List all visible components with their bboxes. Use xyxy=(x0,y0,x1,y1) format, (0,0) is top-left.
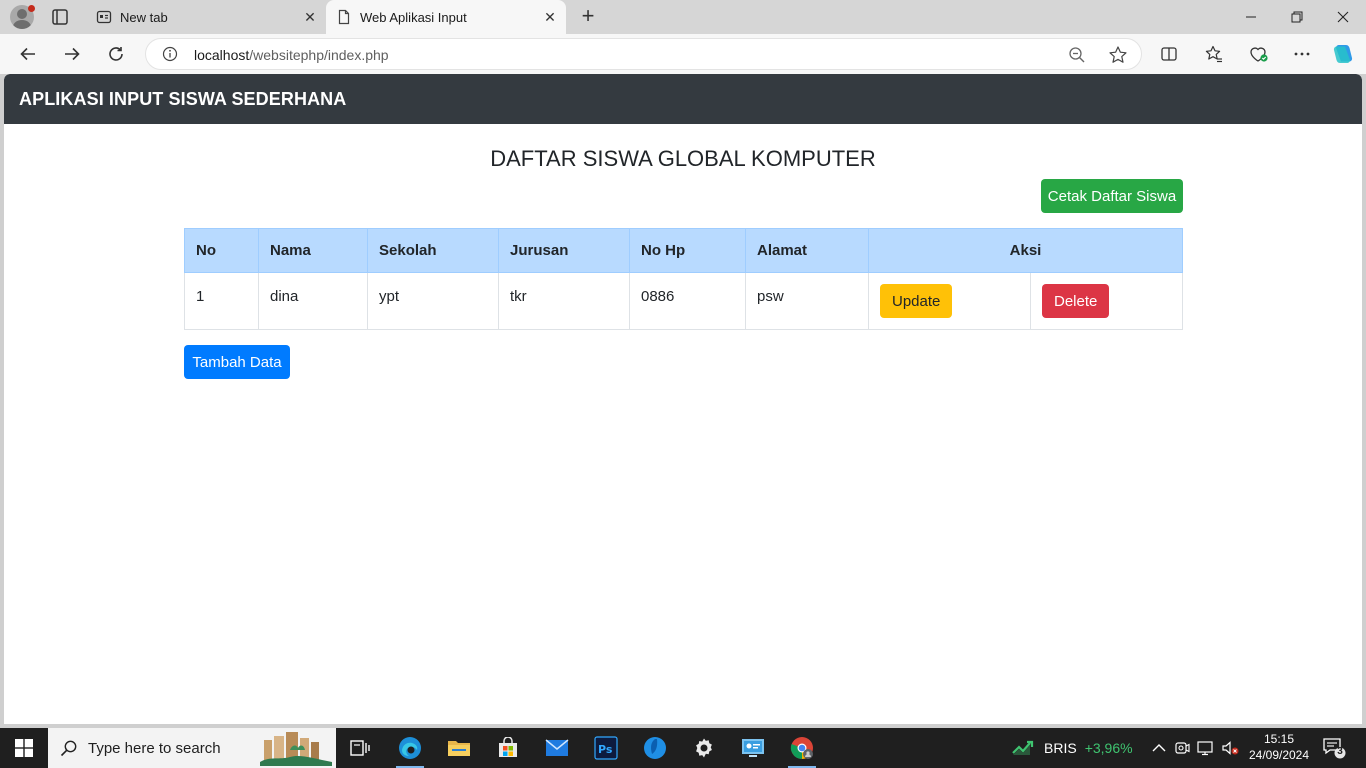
chrome-icon[interactable] xyxy=(778,728,826,768)
student-table: No Nama Sekolah Jurusan No Hp Alamat Aks… xyxy=(184,228,1183,330)
volume-muted-icon[interactable] xyxy=(1221,739,1239,757)
tab-title: New tab xyxy=(120,10,168,25)
more-options-icon[interactable] xyxy=(1290,42,1314,66)
zoom-out-icon[interactable] xyxy=(1068,46,1086,64)
notification-center-icon[interactable]: 3 xyxy=(1322,736,1346,760)
favorite-star-icon[interactable] xyxy=(1108,45,1128,65)
column-header-sekolah: Sekolah xyxy=(367,228,499,273)
column-header-no: No xyxy=(184,228,259,273)
stock-trend-up-icon xyxy=(1012,739,1036,758)
split-screen-icon[interactable] xyxy=(1157,42,1181,66)
browser-toolbar: localhost/websitephp/index.php xyxy=(0,34,1366,74)
search-placeholder: Type here to search xyxy=(88,740,221,757)
cell-jurusan: tkr xyxy=(498,272,630,330)
system-clock[interactable]: 15:15 24/09/2024 xyxy=(1243,731,1315,763)
close-icon[interactable]: ✕ xyxy=(302,9,318,25)
info-icon[interactable] xyxy=(162,46,178,62)
cell-sekolah: ypt xyxy=(367,272,499,330)
stock-ticker: BRIS xyxy=(1044,740,1077,756)
forward-arrow-icon[interactable] xyxy=(60,42,84,66)
cell-nama: dina xyxy=(258,272,368,330)
search-icon xyxy=(60,739,78,757)
column-header-aksi: Aksi xyxy=(868,228,1183,273)
photoshop-icon[interactable]: Ps xyxy=(582,728,630,768)
notification-count-badge: 3 xyxy=(1337,746,1343,757)
browser-tab-strip: New tab ✕ Web Aplikasi Input ✕ + xyxy=(0,0,1366,34)
clock-date: 24/09/2024 xyxy=(1248,748,1310,762)
camera-privacy-icon[interactable] xyxy=(1173,739,1191,757)
windows-start-icon[interactable] xyxy=(0,728,48,768)
blue-app-icon[interactable] xyxy=(631,728,679,768)
minimize-icon[interactable] xyxy=(1228,0,1274,34)
edge-browser-icon[interactable] xyxy=(386,728,434,768)
page-title: DAFTAR SISWA GLOBAL KOMPUTER xyxy=(490,146,876,171)
refresh-icon[interactable] xyxy=(104,42,128,66)
url-path: /websitephp/index.php xyxy=(249,47,389,63)
cell-alamat: psw xyxy=(745,272,869,330)
new-tab-page-icon xyxy=(96,9,112,25)
add-data-button[interactable]: Tambah Data xyxy=(184,345,290,379)
restore-icon[interactable] xyxy=(1274,0,1320,34)
navbar-brand[interactable]: APLIKASI INPUT SISWA SEDERHANA xyxy=(19,89,346,110)
cell-no-hp: 0886 xyxy=(629,272,746,330)
column-header-jurusan: Jurusan xyxy=(498,228,630,273)
address-bar[interactable]: localhost/websitephp/index.php xyxy=(145,38,1142,70)
column-header-nama: Nama xyxy=(258,228,368,273)
tab-web-aplikasi-input[interactable]: Web Aplikasi Input ✕ xyxy=(326,0,566,34)
close-icon[interactable]: ✕ xyxy=(542,9,558,25)
chevron-up-icon[interactable] xyxy=(1150,739,1168,757)
task-view-icon[interactable] xyxy=(336,728,384,768)
tab-actions-icon[interactable] xyxy=(50,7,70,27)
taskbar: Type here to search Ps BRIS +3,96% 15:15… xyxy=(0,728,1366,768)
settings-gear-icon[interactable] xyxy=(680,728,728,768)
url-text[interactable]: localhost/websitephp/index.php xyxy=(194,47,389,63)
stock-change: +3,96% xyxy=(1084,740,1133,756)
svg-text:Ps: Ps xyxy=(598,743,613,756)
print-list-button[interactable]: Cetak Daftar Siswa xyxy=(1041,179,1183,213)
column-header-alamat: Alamat xyxy=(745,228,869,273)
browser-essentials-icon[interactable] xyxy=(1246,42,1270,66)
cell-no: 1 xyxy=(184,272,259,330)
tab-title: Web Aplikasi Input xyxy=(360,10,467,25)
tab-new-tab[interactable]: New tab ✕ xyxy=(86,0,326,34)
close-window-icon[interactable] xyxy=(1320,0,1366,34)
back-arrow-icon[interactable] xyxy=(16,42,40,66)
microsoft-store-icon[interactable] xyxy=(484,728,532,768)
clock-time: 15:15 xyxy=(1263,732,1295,746)
stock-widget[interactable]: BRIS +3,96% xyxy=(1012,728,1133,768)
column-header-no-hp: No Hp xyxy=(629,228,746,273)
url-host: localhost xyxy=(194,47,250,63)
update-button[interactable]: Update xyxy=(880,284,953,318)
cell-update-action: Update xyxy=(868,272,1031,330)
delete-button[interactable]: Delete xyxy=(1042,284,1110,318)
remote-desktop-icon[interactable] xyxy=(729,728,777,768)
file-explorer-icon[interactable] xyxy=(435,728,483,768)
mail-icon[interactable] xyxy=(533,728,581,768)
navbar: APLIKASI INPUT SISWA SEDERHANA xyxy=(4,74,1362,124)
profile-notification-dot xyxy=(28,5,35,12)
cell-delete-action: Delete xyxy=(1030,272,1183,330)
copilot-icon[interactable] xyxy=(1331,42,1355,66)
document-icon xyxy=(336,9,352,25)
search-highlight-illustration-icon xyxy=(260,730,332,766)
network-icon[interactable] xyxy=(1197,739,1215,757)
taskbar-search-box[interactable]: Type here to search xyxy=(48,728,336,768)
table-row: 1 dina ypt tkr 0886 psw Update Delete xyxy=(184,272,1183,330)
page-viewport: APLIKASI INPUT SISWA SEDERHANA DAFTAR SI… xyxy=(4,74,1362,724)
favorites-icon[interactable] xyxy=(1202,42,1226,66)
table-header-row: No Nama Sekolah Jurusan No Hp Alamat Aks… xyxy=(184,228,1183,273)
new-tab-plus-icon[interactable]: + xyxy=(577,5,599,28)
